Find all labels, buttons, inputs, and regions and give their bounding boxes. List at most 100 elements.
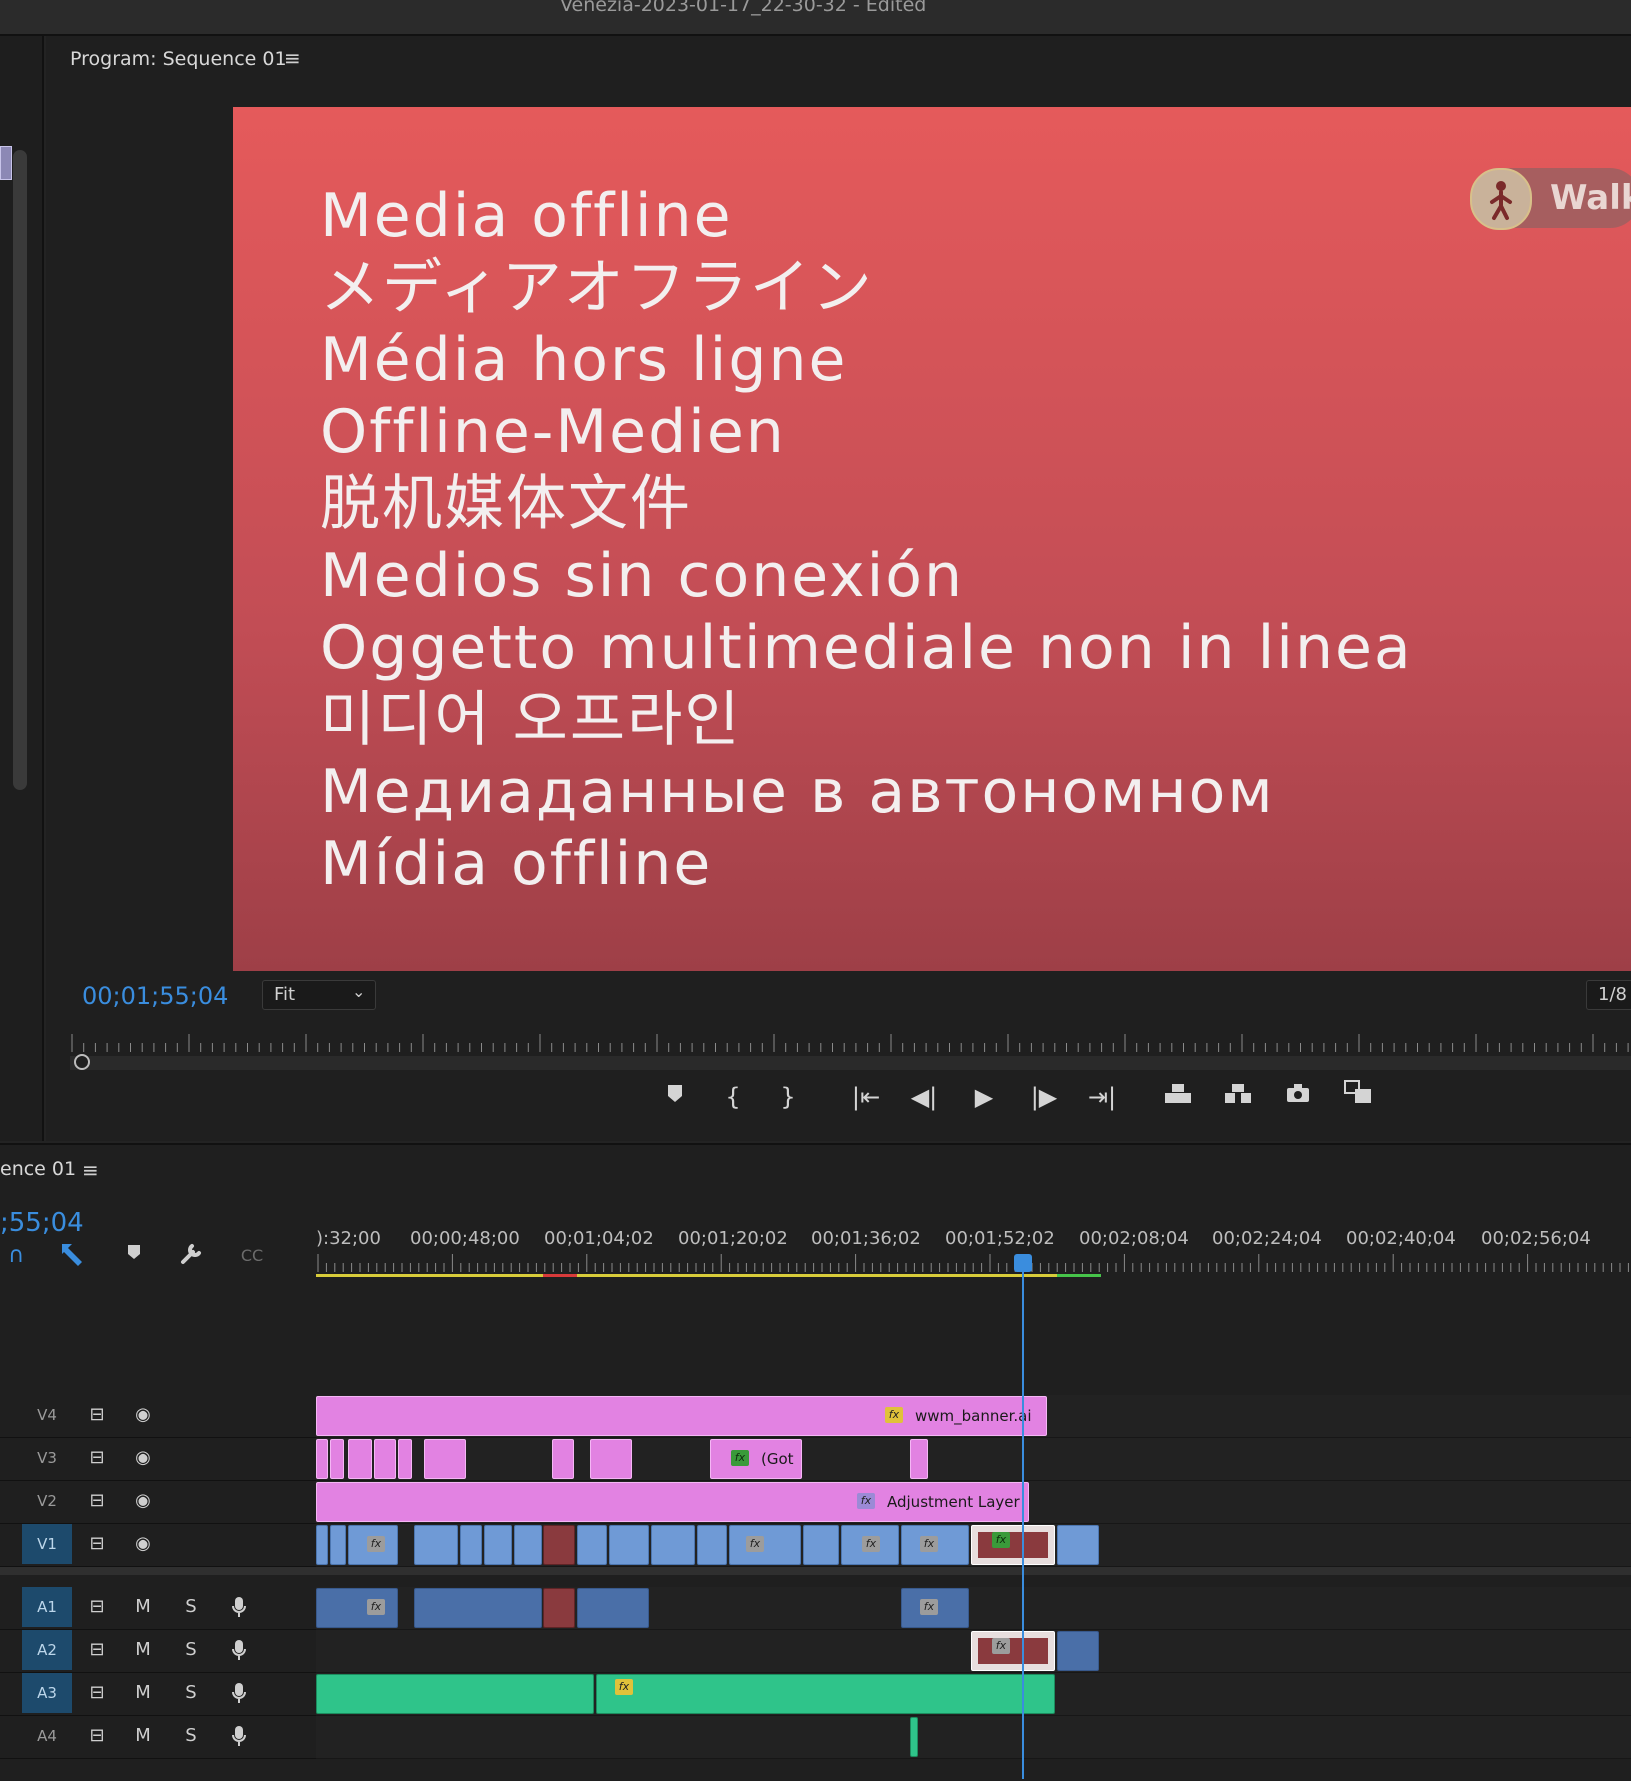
track-header-v1[interactable]: V1 ⊟ ◉ bbox=[0, 1524, 316, 1567]
mark-out-icon[interactable]: } bbox=[770, 1079, 806, 1115]
audio-clip[interactable]: fx bbox=[316, 1588, 398, 1628]
captions-icon[interactable]: CC bbox=[236, 1240, 268, 1272]
voice-over-mic-icon[interactable] bbox=[224, 1673, 254, 1713]
audio-clip-offline[interactable] bbox=[543, 1588, 575, 1628]
sync-lock-icon[interactable]: ⊟ bbox=[82, 1438, 112, 1478]
program-scrub-ruler[interactable] bbox=[70, 1032, 1631, 1052]
track-header-v4[interactable]: V4 ⊟ ◉ bbox=[0, 1395, 316, 1438]
offline-clip[interactable] bbox=[543, 1525, 575, 1565]
clip[interactable] bbox=[1057, 1525, 1099, 1565]
audio-clip-offline-selected[interactable]: fx bbox=[971, 1631, 1055, 1671]
track-header-v3[interactable]: V3 ⊟ ◉ bbox=[0, 1438, 316, 1481]
sync-lock-icon[interactable]: ⊟ bbox=[82, 1673, 112, 1713]
clip[interactable]: fx bbox=[901, 1525, 969, 1565]
clip[interactable] bbox=[316, 1525, 328, 1565]
timeline-playhead-handle[interactable] bbox=[1014, 1254, 1032, 1272]
comparison-view-icon[interactable] bbox=[1340, 1079, 1376, 1115]
mark-in-icon[interactable]: { bbox=[715, 1079, 751, 1115]
program-scrub-bar[interactable] bbox=[70, 1056, 1631, 1070]
audio-clip[interactable] bbox=[577, 1588, 649, 1628]
clip[interactable] bbox=[460, 1525, 482, 1565]
clip[interactable]: fx bbox=[841, 1525, 899, 1565]
program-timecode[interactable]: 00;01;55;04 bbox=[82, 982, 228, 1010]
voice-over-mic-icon[interactable] bbox=[224, 1716, 254, 1756]
mute-button[interactable]: M bbox=[128, 1587, 158, 1627]
track-header-a1[interactable]: A1 ⊟ M S bbox=[0, 1587, 316, 1630]
track-label[interactable]: V3 bbox=[22, 1438, 72, 1478]
audio-clip[interactable]: fx bbox=[901, 1588, 969, 1628]
clip-adjustment-layer[interactable]: fx Adjustment Layer bbox=[316, 1482, 1029, 1522]
track-header-a4[interactable]: A4 ⊟ M S bbox=[0, 1716, 316, 1759]
clip[interactable] bbox=[330, 1439, 344, 1479]
clip[interactable] bbox=[910, 1439, 928, 1479]
track-label[interactable]: A3 bbox=[22, 1673, 72, 1713]
timeline-playhead-line[interactable] bbox=[1022, 1270, 1024, 1779]
add-marker-icon[interactable] bbox=[657, 1079, 693, 1115]
track-header-a2[interactable]: A2 ⊟ M S bbox=[0, 1630, 316, 1673]
sync-lock-icon[interactable]: ⊟ bbox=[82, 1481, 112, 1521]
clip[interactable] bbox=[651, 1525, 695, 1565]
track-label[interactable]: V2 bbox=[22, 1481, 72, 1521]
left-panel-thumbnail[interactable] bbox=[0, 146, 12, 180]
audio-clip[interactable] bbox=[1057, 1631, 1099, 1671]
track-header-a3[interactable]: A3 ⊟ M S bbox=[0, 1673, 316, 1716]
program-playhead-handle[interactable] bbox=[74, 1054, 90, 1070]
timeline-panel-menu-icon[interactable]: ≡ bbox=[82, 1158, 99, 1182]
solo-button[interactable]: S bbox=[176, 1587, 206, 1627]
clip[interactable] bbox=[424, 1439, 466, 1479]
music-clip[interactable] bbox=[316, 1674, 594, 1714]
track-label[interactable]: V4 bbox=[22, 1395, 72, 1435]
clip[interactable] bbox=[803, 1525, 839, 1565]
sync-lock-icon[interactable]: ⊟ bbox=[82, 1524, 112, 1564]
clip[interactable]: fx bbox=[348, 1525, 398, 1565]
track-header-v2[interactable]: V2 ⊟ ◉ bbox=[0, 1481, 316, 1524]
sync-lock-icon[interactable]: ⊟ bbox=[82, 1716, 112, 1756]
extract-icon[interactable] bbox=[1220, 1079, 1256, 1115]
program-monitor-title[interactable]: Program: Sequence 01 bbox=[70, 48, 287, 70]
clip[interactable] bbox=[330, 1525, 346, 1565]
toggle-output-eye-icon[interactable]: ◉ bbox=[128, 1481, 158, 1521]
audio-clip-small[interactable] bbox=[910, 1717, 918, 1757]
clip[interactable] bbox=[590, 1439, 632, 1479]
left-panel-scrollbar[interactable] bbox=[13, 150, 27, 790]
track-label[interactable]: A1 bbox=[22, 1587, 72, 1627]
mute-button[interactable]: M bbox=[128, 1716, 158, 1756]
clip[interactable] bbox=[414, 1525, 458, 1565]
clip[interactable] bbox=[697, 1525, 727, 1565]
timeline-ruler-labels[interactable]: ):32;00 00;00;48;00 00;01;04;02 00;01;20… bbox=[316, 1228, 1631, 1252]
clip[interactable] bbox=[577, 1525, 607, 1565]
timeline-settings-wrench-icon[interactable] bbox=[176, 1240, 208, 1272]
go-to-in-icon[interactable]: |⇤ bbox=[848, 1079, 884, 1115]
voice-over-mic-icon[interactable] bbox=[224, 1587, 254, 1627]
video-audio-divider[interactable] bbox=[0, 1567, 1631, 1575]
work-area-bar[interactable] bbox=[316, 1274, 1101, 1277]
toggle-output-eye-icon[interactable]: ◉ bbox=[128, 1395, 158, 1435]
timeline-timecode[interactable]: ;55;04 bbox=[0, 1208, 84, 1238]
clip-got[interactable]: fx (Got bbox=[710, 1439, 802, 1479]
go-to-out-icon[interactable]: ⇥| bbox=[1084, 1079, 1120, 1115]
clip[interactable] bbox=[398, 1439, 412, 1479]
sync-lock-icon[interactable]: ⊟ bbox=[82, 1587, 112, 1627]
clip[interactable] bbox=[514, 1525, 542, 1565]
timeline-sequence-tab[interactable]: ence 01 bbox=[0, 1158, 76, 1180]
clip[interactable] bbox=[348, 1439, 372, 1479]
step-back-icon[interactable]: ◀| bbox=[906, 1079, 942, 1115]
clip[interactable] bbox=[609, 1525, 649, 1565]
timeline-add-marker-icon[interactable] bbox=[118, 1240, 150, 1272]
solo-button[interactable]: S bbox=[176, 1630, 206, 1670]
audio-clip[interactable] bbox=[414, 1588, 542, 1628]
step-forward-icon[interactable]: |▶ bbox=[1026, 1079, 1062, 1115]
track-label[interactable]: A4 bbox=[22, 1716, 72, 1756]
timeline-ruler-ticks[interactable] bbox=[316, 1252, 1631, 1272]
linked-selection-icon[interactable] bbox=[56, 1240, 88, 1272]
clip[interactable]: fx bbox=[729, 1525, 801, 1565]
clip-wwm-banner[interactable]: fx wwm_banner.ai bbox=[316, 1396, 1047, 1436]
snap-magnet-icon[interactable]: ∩ bbox=[0, 1240, 32, 1272]
offline-clip-selected[interactable]: fx bbox=[971, 1525, 1055, 1565]
track-label[interactable]: V1 bbox=[22, 1524, 72, 1564]
voice-over-mic-icon[interactable] bbox=[224, 1630, 254, 1670]
mute-button[interactable]: M bbox=[128, 1673, 158, 1713]
export-frame-camera-icon[interactable] bbox=[1280, 1079, 1316, 1115]
clip[interactable] bbox=[316, 1439, 328, 1479]
mute-button[interactable]: M bbox=[128, 1630, 158, 1670]
